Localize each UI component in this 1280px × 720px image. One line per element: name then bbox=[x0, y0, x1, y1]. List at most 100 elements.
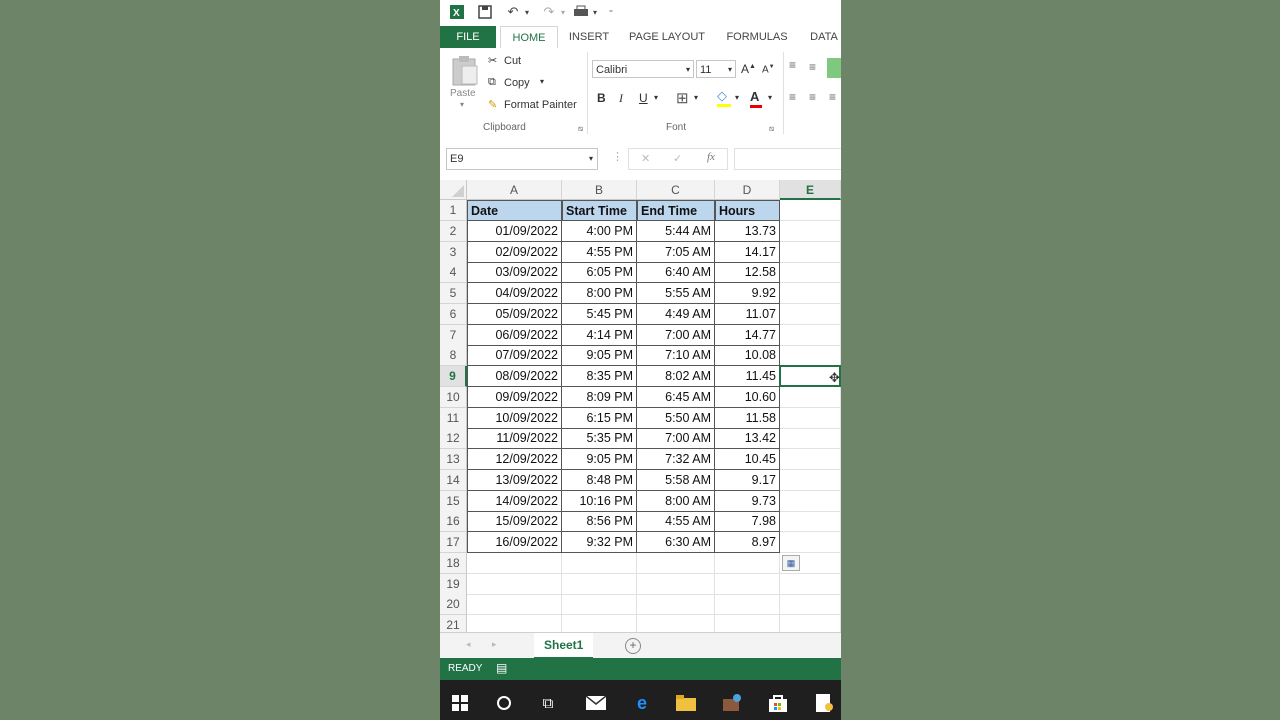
cell-d16[interactable]: 7.98 bbox=[715, 511, 780, 533]
cell-b19[interactable] bbox=[562, 573, 637, 595]
quick-analysis-icon[interactable]: ▦ bbox=[782, 555, 800, 571]
top-align-icon[interactable]: ≡ bbox=[789, 58, 796, 72]
cell-b18[interactable] bbox=[562, 552, 637, 574]
cell-d11[interactable]: 11.58 bbox=[715, 407, 780, 429]
font-name-select[interactable]: Calibri ▾ bbox=[592, 60, 694, 78]
cell-c15[interactable]: 8:00 AM bbox=[637, 490, 715, 512]
decrease-font-size-icon[interactable]: A▼ bbox=[762, 64, 775, 75]
column-header-d[interactable]: D bbox=[715, 180, 780, 200]
font-launcher-icon[interactable]: ⧅ bbox=[769, 124, 774, 134]
enter-icon[interactable]: ✓ bbox=[673, 152, 682, 165]
cell-b10[interactable]: 8:09 PM bbox=[562, 386, 637, 408]
cell-e6[interactable] bbox=[780, 303, 841, 325]
align-center-icon[interactable]: ≡ bbox=[809, 90, 816, 104]
formula-input[interactable] bbox=[734, 148, 841, 170]
scroll-right-icon[interactable]: ▸ bbox=[492, 639, 497, 650]
cell-c8[interactable]: 7:10 AM bbox=[637, 345, 715, 367]
cell-c14[interactable]: 5:58 AM bbox=[637, 469, 715, 491]
column-header-e[interactable]: E bbox=[780, 180, 841, 200]
task-view-icon[interactable]: ⧉ bbox=[536, 692, 560, 714]
cell-a12[interactable]: 11/09/2022 bbox=[467, 428, 562, 450]
fill-color-icon[interactable]: ◇ bbox=[717, 88, 731, 107]
row-header-4[interactable]: 4 bbox=[440, 262, 467, 284]
cell-d12[interactable]: 13.42 bbox=[715, 428, 780, 450]
copy-button[interactable]: ⧉ Copy ▾ bbox=[488, 76, 568, 92]
row-header-13[interactable]: 13 bbox=[440, 449, 467, 470]
increase-font-size-icon[interactable]: A▲ bbox=[741, 62, 756, 76]
cell-a4[interactable]: 03/09/2022 bbox=[467, 262, 562, 284]
tab-home[interactable]: HOME bbox=[500, 26, 558, 49]
cell-b5[interactable]: 8:00 PM bbox=[562, 283, 637, 304]
cell-d13[interactable]: 10.45 bbox=[715, 449, 780, 470]
italic-button[interactable]: I bbox=[619, 91, 623, 106]
cell-a3[interactable]: 02/09/2022 bbox=[467, 241, 562, 263]
cell-d19[interactable] bbox=[715, 573, 780, 595]
cell-c20[interactable] bbox=[637, 594, 715, 616]
cell-a20[interactable] bbox=[467, 594, 562, 616]
column-header-a[interactable]: A bbox=[467, 180, 562, 200]
cancel-icon[interactable]: ✕ bbox=[641, 152, 650, 165]
row-header-11[interactable]: 11 bbox=[440, 407, 467, 429]
row-header-19[interactable]: 19 bbox=[440, 573, 467, 595]
cell-b11[interactable]: 6:15 PM bbox=[562, 407, 637, 429]
cell-e10[interactable] bbox=[780, 386, 841, 408]
undo-dropdown-icon[interactable]: ▾ bbox=[522, 3, 532, 21]
cell-b8[interactable]: 9:05 PM bbox=[562, 345, 637, 367]
row-header-3[interactable]: 3 bbox=[440, 241, 467, 263]
cell-a16[interactable]: 15/09/2022 bbox=[467, 511, 562, 533]
cell-e17[interactable] bbox=[780, 532, 841, 553]
edge-browser-icon[interactable]: e bbox=[630, 692, 654, 714]
cell-d3[interactable]: 14.17 bbox=[715, 241, 780, 263]
cell-a19[interactable] bbox=[467, 573, 562, 595]
document-app-icon[interactable] bbox=[812, 692, 836, 714]
shopping-bag-icon[interactable] bbox=[766, 692, 790, 714]
cell-c4[interactable]: 6:40 AM bbox=[637, 262, 715, 284]
middle-align-icon[interactable]: ≡ bbox=[809, 60, 816, 74]
sheet-tab-sheet1[interactable]: Sheet1 bbox=[534, 633, 594, 659]
cell-b16[interactable]: 8:56 PM bbox=[562, 511, 637, 533]
windows-start-icon[interactable] bbox=[448, 692, 472, 714]
cell-a17[interactable]: 16/09/2022 bbox=[467, 532, 562, 553]
store-app-icon[interactable] bbox=[720, 692, 744, 714]
cell-b17[interactable]: 9:32 PM bbox=[562, 532, 637, 553]
paste-button[interactable]: Paste ▾ bbox=[448, 54, 480, 110]
cell-c19[interactable] bbox=[637, 573, 715, 595]
name-box[interactable]: E9 ▾ bbox=[446, 148, 598, 170]
scroll-left-icon[interactable]: ◂ bbox=[466, 639, 471, 650]
row-header-16[interactable]: 16 bbox=[440, 511, 467, 533]
new-sheet-icon[interactable]: + bbox=[625, 638, 641, 654]
search-icon[interactable] bbox=[492, 692, 516, 714]
mail-icon[interactable] bbox=[584, 692, 608, 714]
cell-b6[interactable]: 5:45 PM bbox=[562, 303, 637, 325]
row-header-15[interactable]: 15 bbox=[440, 490, 467, 512]
cell-e4[interactable] bbox=[780, 262, 841, 284]
tab-data[interactable]: DATA bbox=[806, 26, 841, 48]
row-header-18[interactable]: 18 bbox=[440, 552, 467, 574]
cell-e1[interactable] bbox=[780, 200, 841, 221]
cell-d14[interactable]: 9.17 bbox=[715, 469, 780, 491]
cell-e13[interactable] bbox=[780, 449, 841, 470]
cell-d4[interactable]: 12.58 bbox=[715, 262, 780, 284]
row-header-2[interactable]: 2 bbox=[440, 220, 467, 242]
cell-c9[interactable]: 8:02 AM bbox=[637, 366, 715, 387]
align-right-icon[interactable]: ≡ bbox=[829, 90, 836, 104]
print-preview-icon[interactable] bbox=[572, 3, 590, 21]
fill-color-dropdown-icon[interactable]: ▾ bbox=[735, 93, 739, 102]
cell-b2[interactable]: 4:00 PM bbox=[562, 220, 637, 242]
cell-d9[interactable]: 11.45 bbox=[715, 366, 780, 387]
cell-b13[interactable]: 9:05 PM bbox=[562, 449, 637, 470]
borders-icon[interactable]: ⊞ bbox=[676, 89, 689, 107]
borders-dropdown-icon[interactable]: ▾ bbox=[694, 93, 698, 102]
cell-a15[interactable]: 14/09/2022 bbox=[467, 490, 562, 512]
cell-a7[interactable]: 06/09/2022 bbox=[467, 324, 562, 346]
cell-c5[interactable]: 5:55 AM bbox=[637, 283, 715, 304]
redo-dropdown-icon[interactable]: ▾ bbox=[558, 3, 568, 21]
spreadsheet-grid[interactable]: A B C D E 1 Date Start Time End Time Hours 2 0… bbox=[440, 180, 841, 636]
align-left-icon[interactable]: ≡ bbox=[789, 90, 796, 104]
row-header-8[interactable]: 8 bbox=[440, 345, 467, 367]
column-header-b[interactable]: B bbox=[562, 180, 637, 200]
cut-button[interactable]: ✂ Cut bbox=[488, 54, 568, 70]
undo-icon[interactable]: ↶ bbox=[504, 3, 522, 21]
cell-c16[interactable]: 4:55 AM bbox=[637, 511, 715, 533]
cell-d6[interactable]: 11.07 bbox=[715, 303, 780, 325]
